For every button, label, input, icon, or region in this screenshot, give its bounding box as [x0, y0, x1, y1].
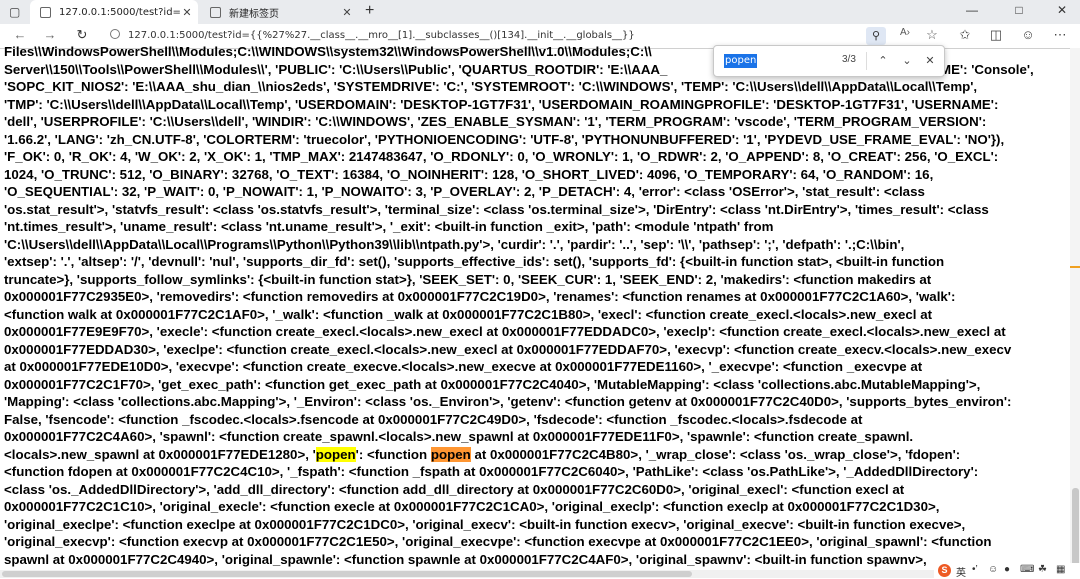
- text-line: <function fdopen at 0x000001F77C2C4C10>,…: [4, 464, 979, 479]
- find-count: 3/3: [842, 54, 856, 65]
- collections-icon[interactable]: ◫: [986, 27, 1006, 43]
- maximize-icon[interactable]: □: [1004, 3, 1034, 17]
- text-line: Server\\150\\Tools\\PowerShell\\Modules\…: [4, 61, 1034, 77]
- find-bar: popen 3/3 ⌃ ⌄ ✕: [713, 45, 945, 77]
- divider: [866, 52, 867, 70]
- punctuation-icon[interactable]: •’: [972, 564, 978, 575]
- emoji-icon[interactable]: ☺: [988, 564, 998, 575]
- text-line: 'nt.times_result'>, 'uname_result': <cla…: [4, 219, 774, 234]
- page-content: Files\\WindowsPowerShell\\Modules;C:\\WI…: [0, 43, 1070, 570]
- text-line: 'TMP': 'C:\\Users\\dell\\AppData\\Local\…: [4, 96, 999, 112]
- text-line: 'os.stat_result'>, 'statvfs_result': <cl…: [4, 201, 989, 217]
- mic-icon[interactable]: ●: [1004, 564, 1010, 575]
- text-line: truncate>}, 'supports_follow_symlinks': …: [4, 271, 932, 287]
- horizontal-scrollbar[interactable]: [0, 570, 1080, 578]
- text-line: 'C:\\Users\\dell\\AppData\\Local\\Progra…: [4, 236, 905, 252]
- text-line: False, 'fsencode': <function _fscodec.<l…: [4, 411, 863, 427]
- text-line: <locals>.new_spawnl at 0x000001F77EDE128…: [4, 446, 961, 462]
- address-text: 127.0.0.1:5000/test?id={{%27%27.__class_…: [128, 30, 635, 41]
- minimize-icon[interactable]: —: [957, 3, 987, 17]
- find-match: popen: [315, 446, 356, 462]
- match-marker: [1070, 266, 1080, 268]
- page-icon: [40, 6, 51, 18]
- text-line: 1024, 'O_TRUNC': 512, 'O_BINARY': 32768,…: [4, 166, 934, 182]
- text-line: 'SOPC_KIT_NIOS2': 'E:\\AAA_shu_dian_\\ni…: [4, 79, 978, 94]
- page-icon: [210, 6, 221, 18]
- grid-icon[interactable]: ▦: [1056, 564, 1065, 575]
- text-line: '1.66.2', 'LANG': 'zh_CN.UTF-8', 'COLORT…: [4, 131, 1005, 147]
- back-icon[interactable]: ←: [10, 27, 30, 42]
- tab-label: 127.0.0.1:5000/test?id={{%27%2: [59, 6, 180, 18]
- text-line: 0x000001F77C2C1F70>, 'get_exec_path': <f…: [4, 376, 981, 392]
- more-icon[interactable]: ⋯: [1050, 27, 1070, 43]
- text-line: 'original_execvp': <function execvp at 0…: [4, 534, 992, 549]
- favorites-icon[interactable]: ✩: [955, 27, 975, 43]
- window-close-icon[interactable]: ✕: [1047, 3, 1077, 17]
- favorite-icon[interactable]: ☆: [922, 27, 942, 43]
- text-line: 'Mapping': <class 'collections.abc.Mappi…: [4, 394, 1012, 409]
- forward-icon[interactable]: →: [40, 27, 60, 42]
- profile-icon[interactable]: ☺: [1018, 27, 1038, 42]
- text-line: 0x000001F77C2C1C10>, 'original_execle': …: [4, 499, 940, 514]
- tab-active[interactable]: 127.0.0.1:5000/test?id={{%27%2 ✕: [30, 0, 198, 24]
- close-icon[interactable]: ✕: [921, 51, 939, 71]
- close-icon[interactable]: ✕: [340, 6, 354, 19]
- text-line: Files\\WindowsPowerShell\\Modules;C:\\WI…: [4, 44, 652, 59]
- tab-label: 新建标签页: [229, 8, 279, 20]
- text-line: 0x000001F77E9E9F70>, 'execle': <function…: [4, 324, 1006, 339]
- down-icon[interactable]: ⌄: [898, 51, 916, 71]
- text-line: <function walk at 0x000001F77C2C1AF0>, '…: [4, 306, 933, 322]
- reload-icon[interactable]: ↻: [72, 27, 92, 43]
- up-icon[interactable]: ⌃: [874, 51, 892, 71]
- text-line: 'dell', 'USERPROFILE': 'C:\\Users\\dell'…: [4, 114, 987, 129]
- text-line: <class 'os._AddedDllDirectory'>, 'add_dl…: [4, 481, 905, 497]
- text-line: 'extsep': '.', 'altsep': '/', 'devnull':…: [4, 254, 945, 269]
- skin-icon[interactable]: ☘: [1038, 564, 1047, 575]
- find-input[interactable]: popen: [724, 54, 758, 68]
- keyboard-icon[interactable]: ⌨: [1020, 564, 1034, 575]
- text-line: 'original_execlpe': <function execlpe at…: [4, 516, 966, 532]
- sogou-icon[interactable]: S: [938, 564, 951, 577]
- scroll-thumb[interactable]: [2, 571, 692, 577]
- text-line: 0x000001F77C2935E0>, 'removedirs': <func…: [4, 289, 956, 304]
- ime-toolbar: S 英 •’ ☺ ● ⌨ ☘ ▦: [934, 563, 1080, 579]
- menu-icon[interactable]: ▢: [9, 5, 20, 19]
- close-icon[interactable]: ✕: [180, 6, 194, 19]
- new-tab-button[interactable]: +: [365, 2, 374, 20]
- tab-bar: ▢ 127.0.0.1:5000/test?id={{%27%2 ✕ 新建标签页…: [0, 0, 1080, 24]
- vertical-scrollbar[interactable]: [1070, 48, 1080, 578]
- read-aloud-icon[interactable]: A›: [895, 27, 915, 38]
- info-icon[interactable]: [110, 29, 120, 39]
- text-line: spawnl at 0x000001F77C2C4940>, 'original…: [4, 551, 927, 567]
- tab-inactive[interactable]: 新建标签页 ✕: [200, 0, 358, 24]
- find-match-current: popen: [430, 446, 471, 462]
- text-line: 'F_OK': 0, 'R_OK': 4, 'W_OK': 2, 'X_OK':…: [4, 149, 999, 164]
- text-line: 0x000001F77C2C4A60>, 'spawnl': <function…: [4, 429, 914, 444]
- text-line: at 0x000001F77EDE10D0>, 'execvpe': <func…: [4, 359, 923, 374]
- text-line: 'O_SEQUENTIAL': 32, 'P_WAIT': 0, 'P_NOWA…: [4, 184, 925, 199]
- ime-mode[interactable]: 英: [956, 564, 966, 579]
- text-line: 0x000001F77EDDAD30>, 'execlpe': <functio…: [4, 341, 1012, 357]
